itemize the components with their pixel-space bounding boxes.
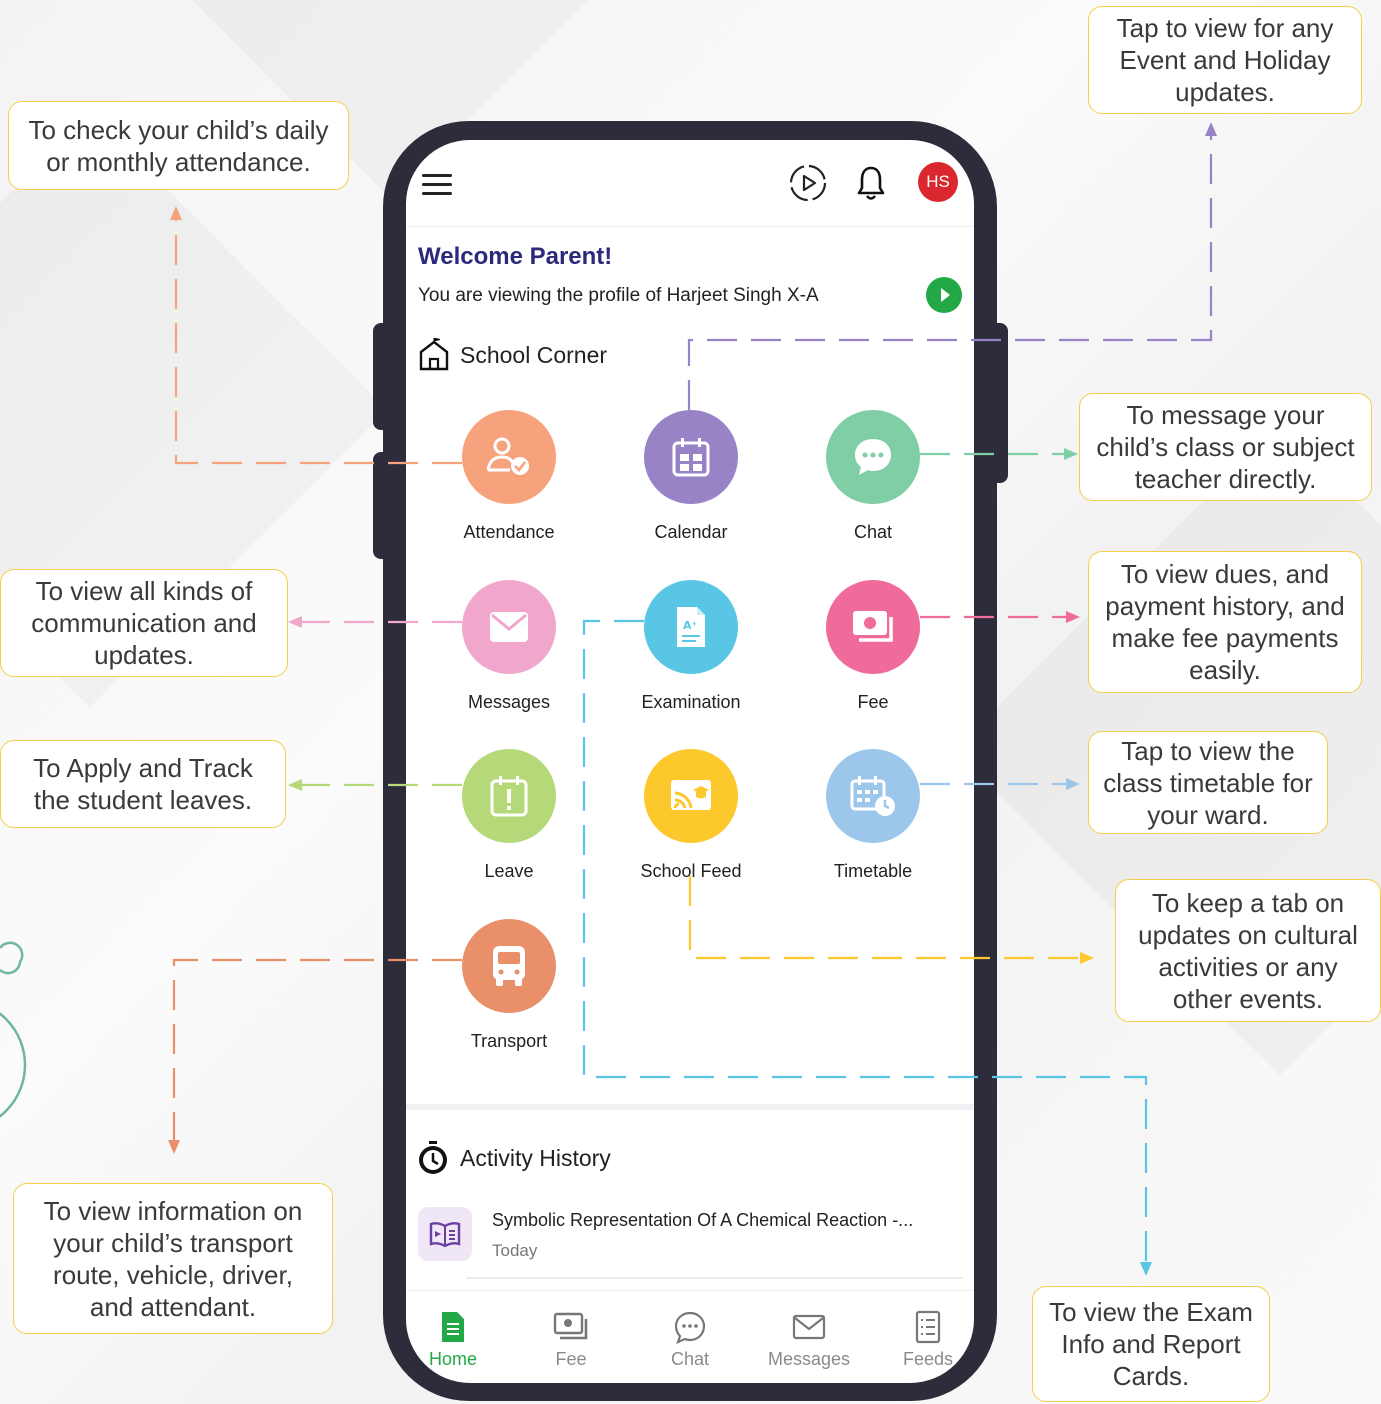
connector-calendar [687, 130, 1213, 410]
arrowhead-transport [168, 1140, 180, 1154]
connector-exam [582, 619, 1148, 1268]
arrowhead-feed [1080, 952, 1094, 964]
arrowhead-timetable [1066, 778, 1080, 790]
callout-exam: To view the Exam Info and Report Cards. [1032, 1286, 1270, 1402]
connector-feed [688, 876, 1085, 960]
callout-timetable: Tap to view the class timetable for your… [1088, 731, 1328, 834]
connector-attendance [174, 214, 462, 465]
callout-calendar: Tap to view for any Event and Holiday up… [1088, 6, 1362, 114]
arrowhead-calendar [1205, 122, 1217, 136]
arrowhead-exam [1140, 1262, 1152, 1276]
callout-transport: To view information on your child’s tran… [13, 1183, 333, 1334]
connector-transport [172, 958, 462, 1145]
callout-attendance: To check your child’s daily or monthly a… [8, 101, 349, 190]
callout-chat: To message your child’s class or subject… [1079, 393, 1372, 501]
arrowhead-attendance [170, 206, 182, 220]
callout-leave: To Apply and Track the student leaves. [0, 740, 286, 828]
arrowhead-fee [1066, 611, 1080, 623]
callout-feed: To keep a tab on updates on cultural act… [1115, 879, 1381, 1022]
arrowhead-chat [1064, 448, 1078, 460]
callout-messages: To view all kinds of communication and u… [0, 569, 288, 677]
arrowhead-messages [288, 616, 302, 628]
arrowhead-leave [288, 779, 302, 791]
callout-fee: To view dues, and payment history, and m… [1088, 551, 1362, 693]
